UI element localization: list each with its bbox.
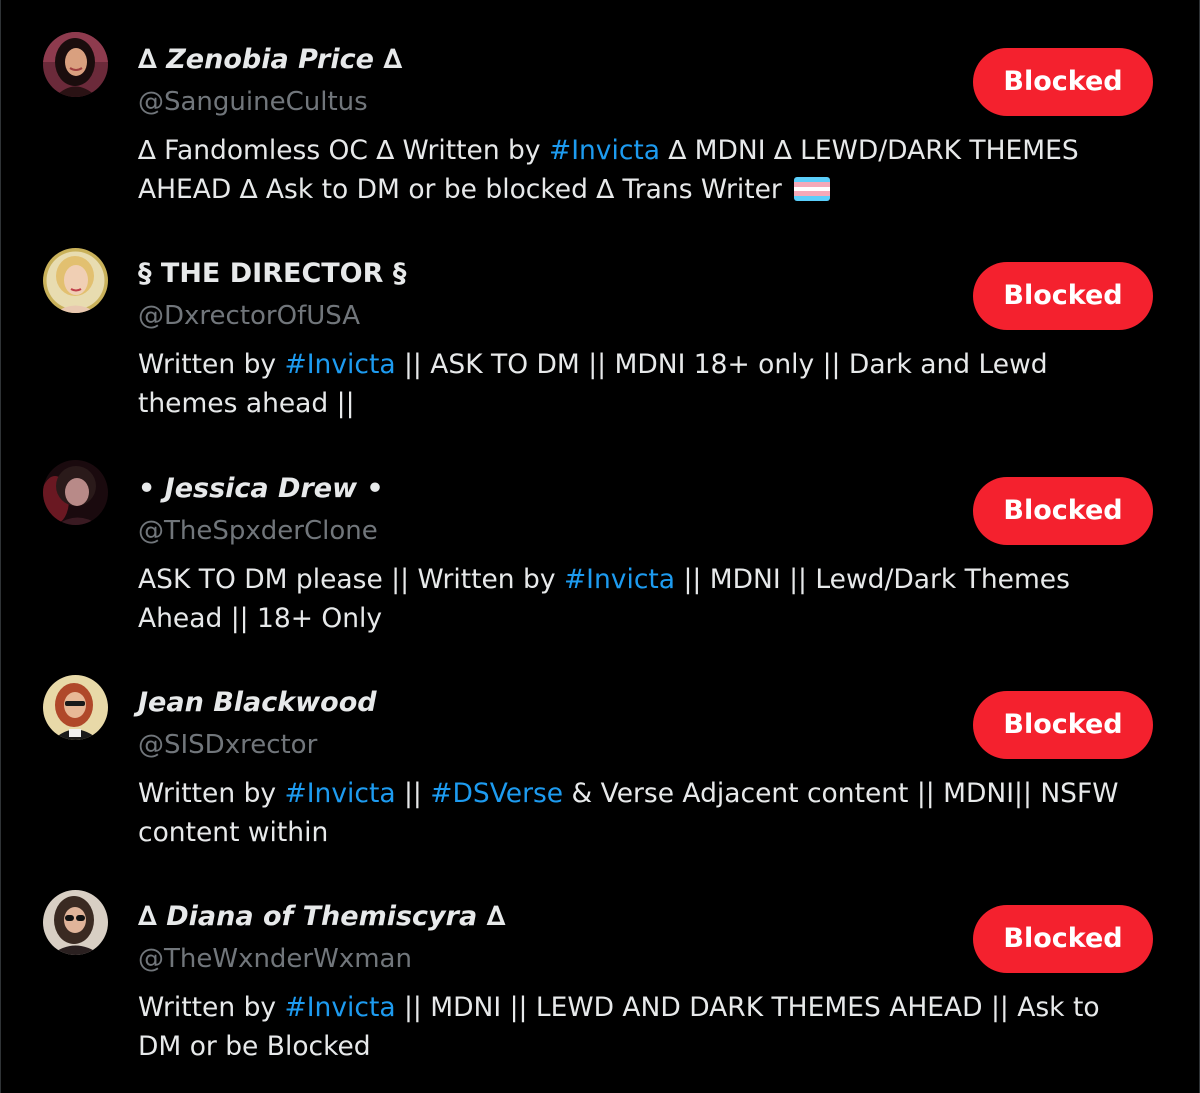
account-row[interactable]: • Jessica Drew • @TheSpxderClone ASK TO … bbox=[0, 441, 1200, 655]
bio: ASK TO DM please || Written by #Invicta … bbox=[138, 560, 1148, 638]
display-name[interactable]: ∆ Zenobia Price ∆ bbox=[138, 40, 402, 80]
handle[interactable]: @SISDxrector bbox=[138, 725, 317, 765]
avatar[interactable] bbox=[43, 248, 108, 313]
avatar-dark-red-portrait-icon bbox=[43, 460, 108, 525]
avatar[interactable] bbox=[43, 890, 108, 955]
avatar-blonde-woman-icon bbox=[43, 248, 108, 313]
avatar-red-haired-woman-icon bbox=[43, 675, 108, 740]
avatar[interactable] bbox=[43, 460, 108, 525]
bio: Written by #Invicta || MDNI || LEWD AND … bbox=[138, 988, 1148, 1066]
avatar[interactable] bbox=[43, 675, 108, 740]
avatar[interactable] bbox=[43, 32, 108, 97]
account-row[interactable]: Jean Blackwood @SISDxrector Written by #… bbox=[0, 655, 1200, 869]
display-name[interactable]: ∆ Diana of Themiscyra ∆ bbox=[138, 897, 505, 937]
account-row[interactable]: ∆ Zenobia Price ∆ @SanguineCultus ∆ Fand… bbox=[0, 12, 1200, 226]
avatar-dark-haired-woman-icon bbox=[43, 32, 108, 97]
account-row[interactable]: § THE DIRECTOR § @DxrectorOfUSA Written … bbox=[0, 226, 1200, 440]
bio-text: Written by bbox=[138, 349, 285, 380]
bio-text: || bbox=[395, 778, 431, 809]
blocked-button[interactable]: Blocked bbox=[973, 262, 1153, 330]
blocked-button[interactable]: Blocked bbox=[973, 477, 1153, 545]
blocked-button[interactable]: Blocked bbox=[973, 48, 1153, 116]
avatar-woman-with-sunglasses-icon bbox=[43, 890, 108, 955]
bio-text: ASK TO DM please || Written by bbox=[138, 564, 564, 595]
handle[interactable]: @TheWxnderWxman bbox=[138, 939, 412, 979]
account-row[interactable]: ∆ Diana of Themiscyra ∆ @TheWxnderWxman … bbox=[0, 869, 1200, 1083]
bio: ∆ Fandomless OC ∆ Written by #Invicta ∆ … bbox=[138, 131, 1148, 209]
blocked-button[interactable]: Blocked bbox=[973, 691, 1153, 759]
bio-text: ∆ Fandomless OC ∆ Written by bbox=[138, 135, 549, 166]
hashtag-link[interactable]: #Invicta bbox=[564, 564, 675, 595]
display-name[interactable]: § THE DIRECTOR § bbox=[138, 254, 406, 294]
bio: Written by #Invicta || #DSVerse & Verse … bbox=[138, 774, 1148, 852]
bio-text: Written by bbox=[138, 992, 285, 1023]
handle[interactable]: @TheSpxderClone bbox=[138, 511, 378, 551]
hashtag-link[interactable]: #Invicta bbox=[285, 778, 396, 809]
hashtag-link[interactable]: #Invicta bbox=[549, 135, 660, 166]
hashtag-link[interactable]: #Invicta bbox=[285, 349, 396, 380]
bio-text: Written by bbox=[138, 778, 285, 809]
display-name[interactable]: Jean Blackwood bbox=[138, 683, 377, 723]
handle[interactable]: @DxrectorOfUSA bbox=[138, 296, 360, 336]
blocked-button[interactable]: Blocked bbox=[973, 905, 1153, 973]
bio: Written by #Invicta || ASK TO DM || MDNI… bbox=[138, 345, 1148, 423]
hashtag-link[interactable]: #DSVerse bbox=[430, 778, 563, 809]
transgender-flag-icon bbox=[794, 177, 831, 201]
hashtag-link[interactable]: #Invicta bbox=[285, 992, 396, 1023]
display-name[interactable]: • Jessica Drew • bbox=[138, 469, 384, 509]
handle[interactable]: @SanguineCultus bbox=[138, 82, 368, 122]
